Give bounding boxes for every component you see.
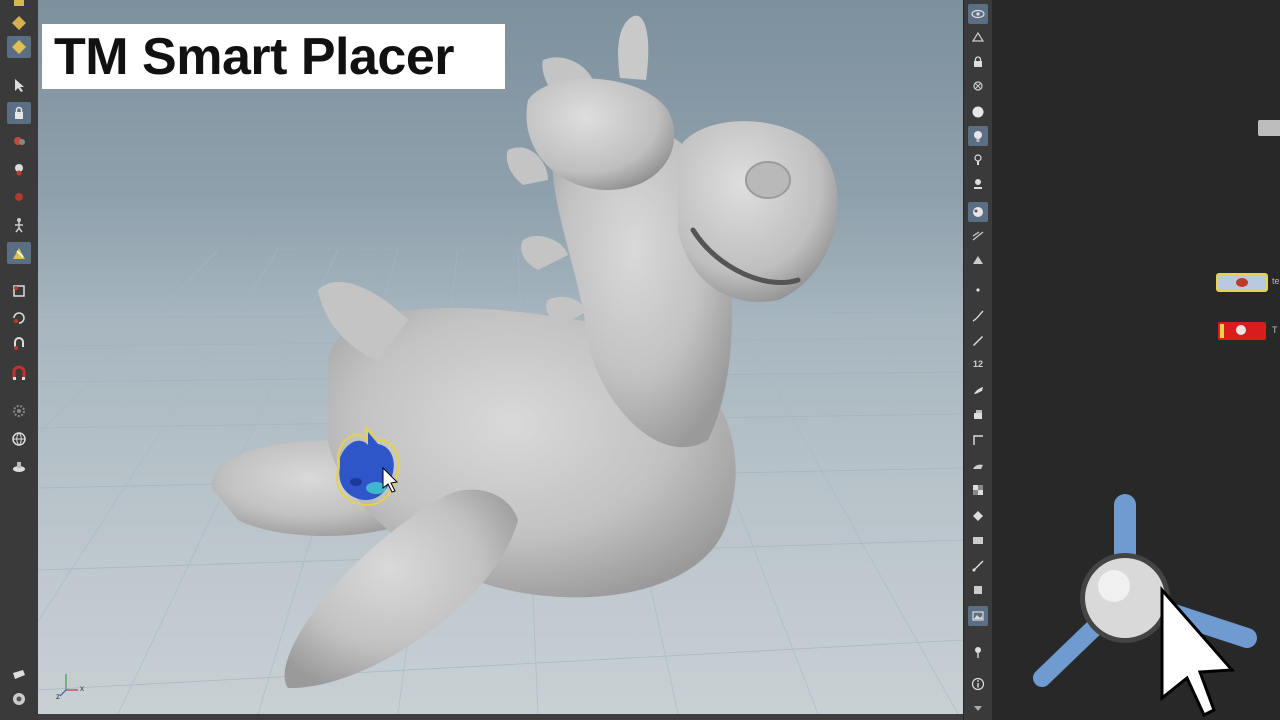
lock-view-icon[interactable] <box>968 52 988 72</box>
network-node[interactable] <box>1258 120 1280 136</box>
network-node-selected[interactable] <box>1216 273 1268 292</box>
display-options-icon[interactable] <box>7 664 31 686</box>
axis-label-x: x <box>80 684 84 693</box>
corner-icon[interactable] <box>968 430 988 450</box>
fog-icon[interactable] <box>968 456 988 476</box>
shading-sphere-icon[interactable] <box>968 102 988 122</box>
headlight-icon[interactable] <box>968 150 988 170</box>
pin-icon[interactable] <box>968 642 988 662</box>
box-icon[interactable] <box>968 580 988 600</box>
snap-value-label: 12 <box>972 359 983 369</box>
tool-shelf-icon[interactable] <box>7 0 31 12</box>
node-icon <box>1236 325 1246 335</box>
node-flag <box>1220 324 1224 338</box>
pen-icon[interactable] <box>968 330 988 350</box>
gear-icon[interactable] <box>7 400 31 422</box>
viewport-status-bar <box>38 714 963 720</box>
diamond-icon[interactable] <box>968 506 988 526</box>
transform-gizmo[interactable] <box>1022 490 1280 720</box>
large-cursor-icon <box>1160 586 1236 718</box>
paint-tool-icon[interactable] <box>7 130 31 152</box>
dragon-model[interactable] <box>211 15 838 689</box>
view-tool-icon[interactable] <box>7 12 31 34</box>
layers-icon[interactable] <box>968 530 988 550</box>
magnet-icon[interactable] <box>7 362 31 384</box>
network-editor[interactable]: te T <box>992 0 1280 720</box>
right-toolbar: 12 <box>963 0 993 720</box>
snap-grid-icon[interactable] <box>968 226 988 246</box>
curve-icon[interactable] <box>968 306 988 326</box>
node-icon <box>1236 278 1248 287</box>
scene-viewport[interactable]: TM Smart Placer x z <box>38 0 963 714</box>
image-icon[interactable] <box>968 606 988 626</box>
display-eye-icon[interactable] <box>968 4 988 24</box>
chevron-down-icon[interactable] <box>968 698 988 718</box>
ground-grid <box>38 15 963 714</box>
title-overlay: TM Smart Placer <box>42 24 505 89</box>
rotate-snap-icon[interactable] <box>7 306 31 328</box>
light-bulb-icon[interactable] <box>968 126 988 146</box>
checker-icon[interactable] <box>968 480 988 500</box>
pose-tool-icon[interactable] <box>7 186 31 208</box>
texture-icon[interactable] <box>968 202 988 222</box>
skeleton-tool-icon[interactable] <box>7 214 31 236</box>
globe-icon[interactable] <box>7 428 31 450</box>
info-icon[interactable] <box>968 674 988 694</box>
axis-indicator: x z <box>56 668 86 701</box>
select-arrow-icon[interactable] <box>7 74 31 96</box>
move-tool-icon[interactable] <box>7 36 31 58</box>
sculpt-tool-icon[interactable] <box>7 158 31 180</box>
handle-tool-icon[interactable] <box>7 456 31 478</box>
wireframe-icon[interactable] <box>968 28 988 48</box>
lock-icon[interactable] <box>7 102 31 124</box>
render-icon[interactable] <box>7 688 31 710</box>
camera-icon[interactable] <box>968 76 988 96</box>
smart-placer-tool-icon[interactable] <box>7 242 31 264</box>
point-icon[interactable] <box>968 280 988 300</box>
network-node-red[interactable] <box>1218 322 1266 340</box>
background-icon[interactable] <box>968 250 988 270</box>
network-node-label: te <box>1272 276 1280 286</box>
snap-magnet-small-icon[interactable] <box>7 332 31 354</box>
stack-icon[interactable] <box>968 404 988 424</box>
transform-handle-icon[interactable] <box>7 280 31 302</box>
snap-value-icon[interactable]: 12 <box>968 354 988 374</box>
brush-icon[interactable] <box>968 380 988 400</box>
measure-icon[interactable] <box>968 556 988 576</box>
houdini-window: TM Smart Placer x z 12 te T <box>0 0 1280 720</box>
ambient-light-icon[interactable] <box>968 174 988 194</box>
axis-label-z: z <box>56 692 60 701</box>
left-toolbar <box>0 0 39 720</box>
overlay-title: TM Smart Placer <box>54 27 455 86</box>
network-node-label: T <box>1272 325 1278 335</box>
